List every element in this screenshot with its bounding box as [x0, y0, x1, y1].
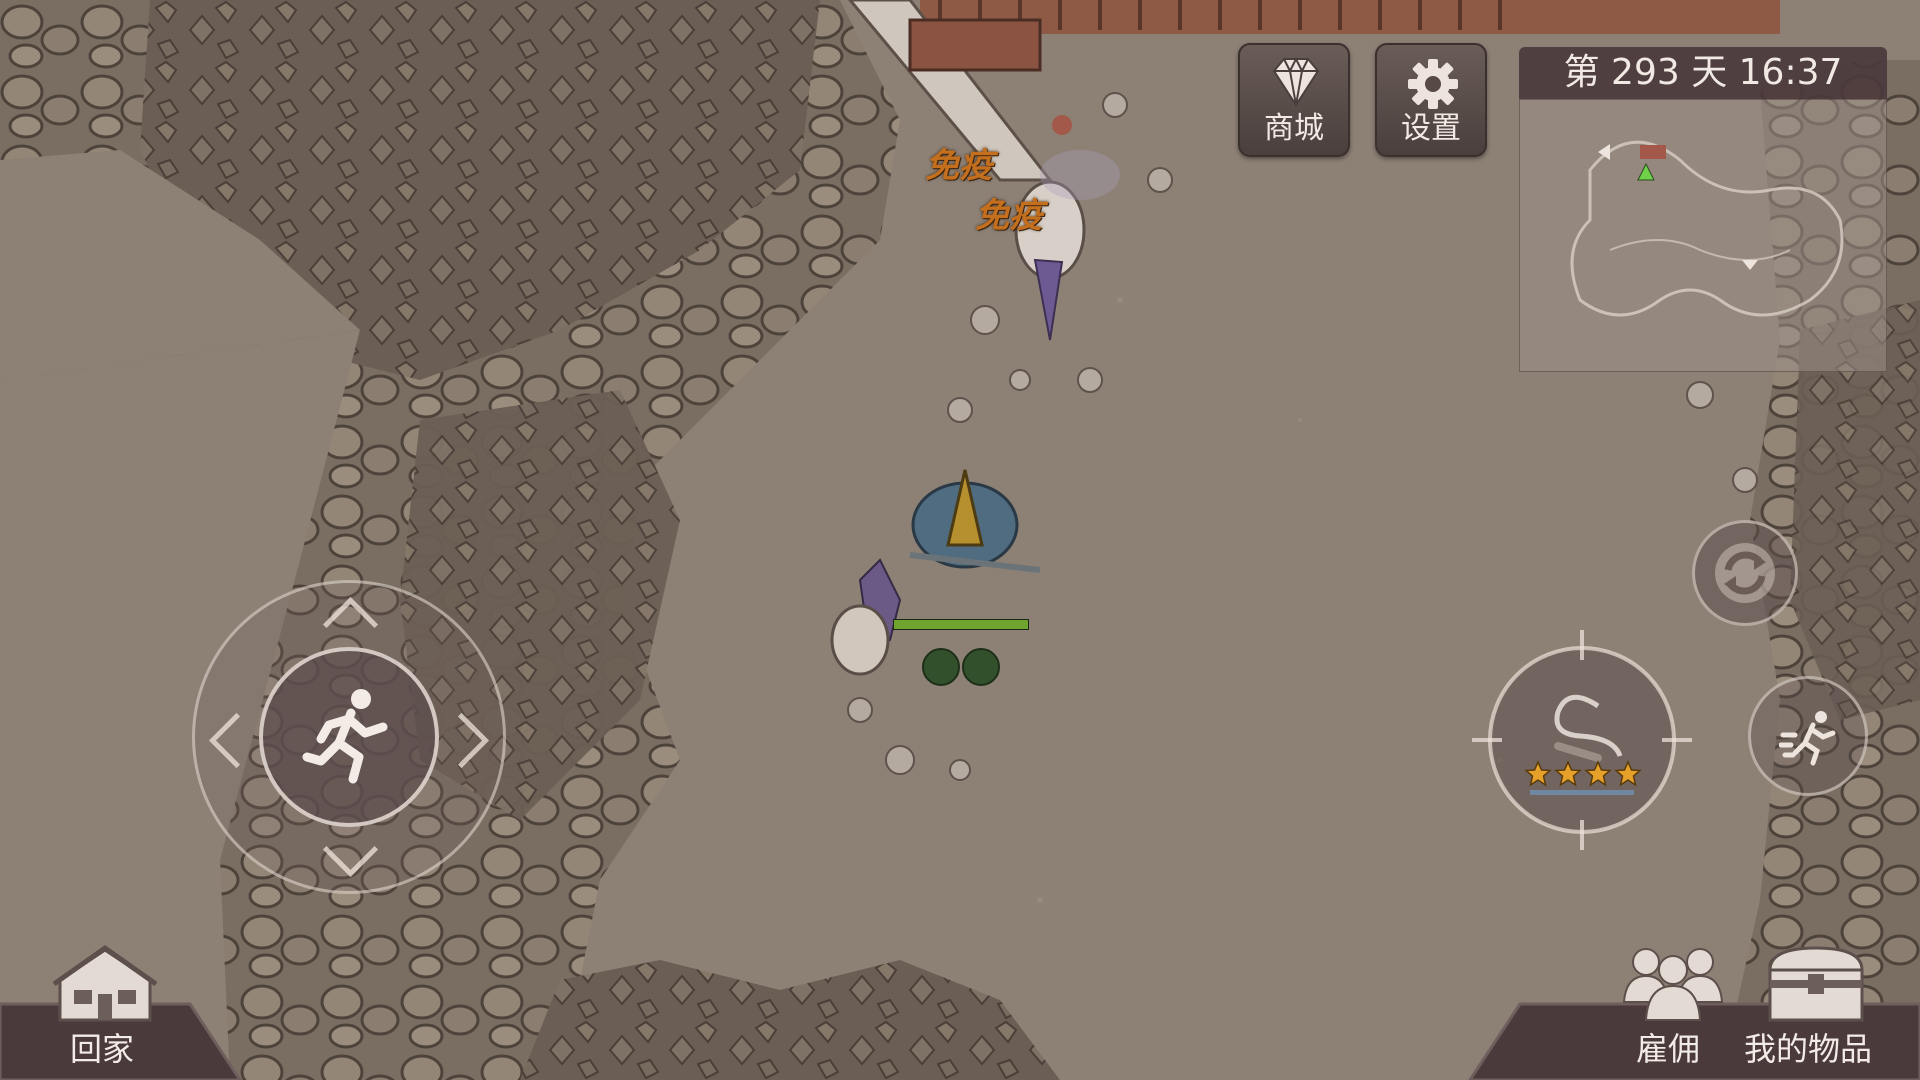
house-icon [52, 944, 158, 1022]
home-label: 回家 [70, 1030, 135, 1068]
hire-label: 雇佣 [1636, 1030, 1701, 1068]
diamond-icon [1272, 57, 1320, 107]
day-time-display: 第 293 天 16:37 [1519, 47, 1887, 99]
sprint-button[interactable] [1748, 676, 1868, 796]
star-icon [1614, 760, 1642, 787]
settings-button[interactable]: 设置 [1375, 43, 1487, 157]
weapon-durability-bar [1530, 790, 1634, 795]
joystick-up-arrow [322, 596, 379, 653]
player-marker [1637, 162, 1655, 181]
player-health-bar [893, 619, 1029, 630]
hire-button[interactable]: 雇佣 [1614, 944, 1734, 1068]
attack-button[interactable] [1472, 630, 1692, 850]
star-icon [1524, 760, 1552, 787]
shop-button[interactable]: 商城 [1238, 43, 1350, 157]
my-items-button[interactable]: 我的物品 [1742, 944, 1892, 1068]
buff-icon-1 [922, 648, 960, 686]
buff-icon-2 [962, 648, 1000, 686]
minimap-terrain [1570, 140, 1844, 317]
minimap[interactable] [1519, 99, 1887, 372]
home-button[interactable]: 回家 [48, 944, 162, 1068]
refresh-icon [1715, 543, 1775, 603]
dash-icon [1779, 711, 1836, 766]
my-items-label: 我的物品 [1744, 1030, 1873, 1068]
joystick-down-arrow [322, 821, 379, 878]
shop-label: 商城 [1264, 111, 1324, 146]
settings-label: 设置 [1401, 111, 1461, 146]
immune-text-2: 免疫 [975, 196, 1043, 236]
exit-arrow-down [1742, 260, 1758, 270]
immune-text-1: 免疫 [925, 146, 993, 186]
joystick-base[interactable] [192, 580, 506, 894]
star-icon [1554, 760, 1582, 787]
joystick-left-arrow [208, 712, 265, 769]
joystick-knob[interactable] [259, 647, 439, 827]
swap-weapon-button[interactable] [1692, 520, 1798, 626]
joystick-right-arrow [433, 712, 490, 769]
star-icon [1584, 760, 1612, 787]
player-health-fill [894, 620, 1028, 629]
gate-marker [1640, 145, 1666, 159]
people-icon [1622, 948, 1724, 1021]
running-man-icon [302, 689, 388, 784]
weapon-star-rating [1524, 760, 1644, 790]
chest-icon [1768, 946, 1864, 1022]
